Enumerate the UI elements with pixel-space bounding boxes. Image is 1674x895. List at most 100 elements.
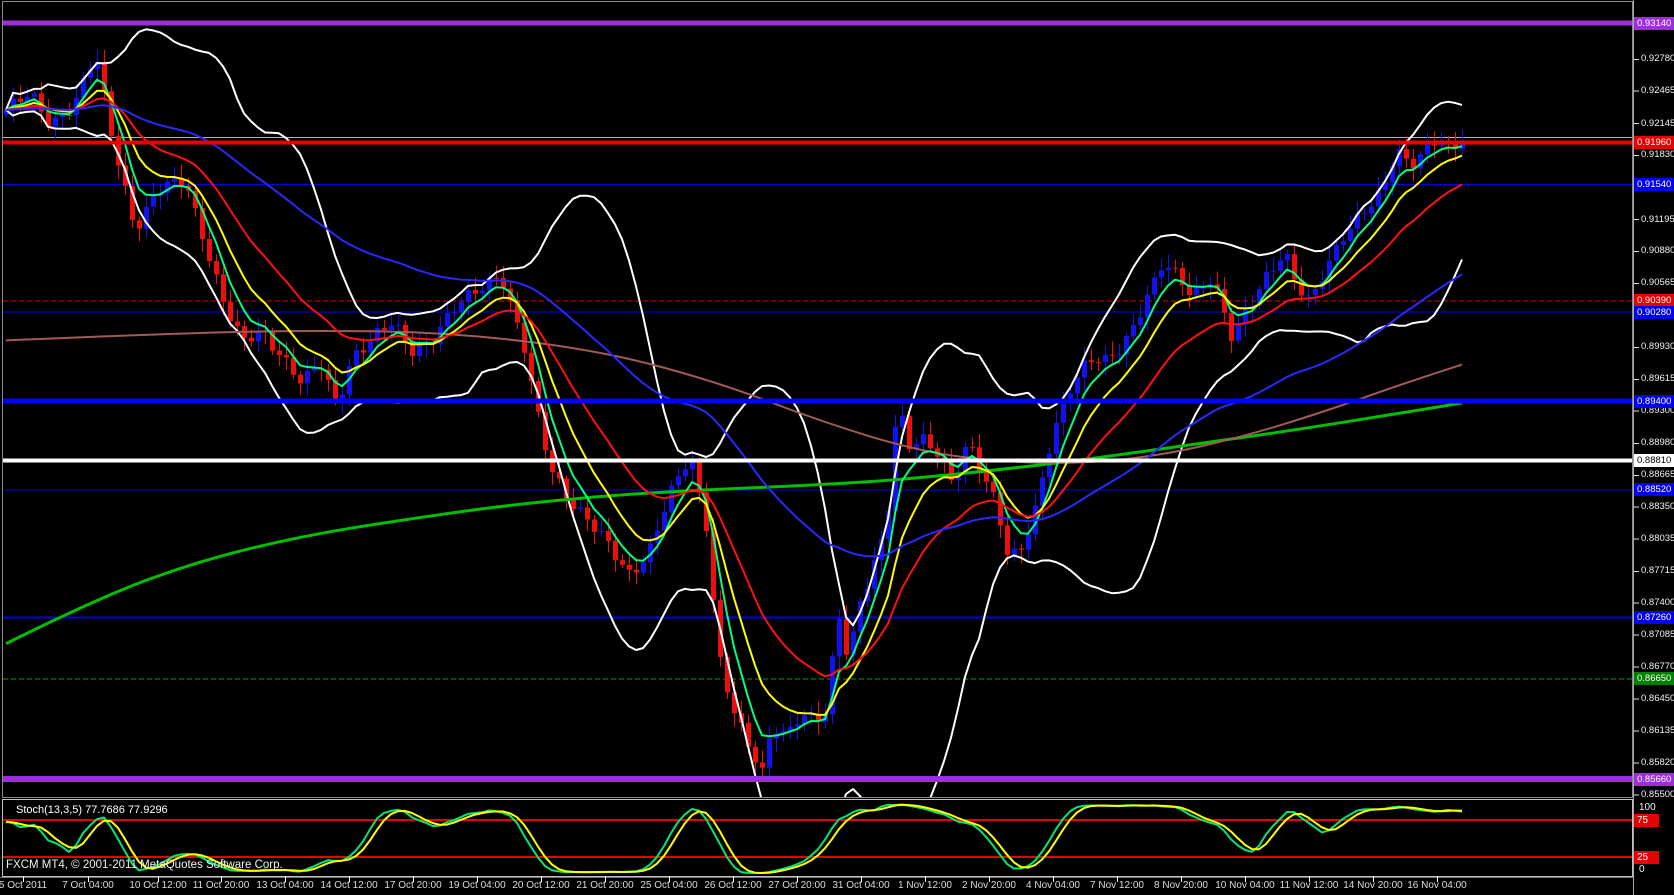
candle-body [1313,288,1318,296]
time-label: 2 Nov 20:00 [962,880,1016,891]
candle-body [627,564,632,570]
candle-body [1362,213,1367,215]
bollinger-upper-band[interactable] [5,28,1463,627]
time-label: 1 Nov 12:00 [898,880,952,891]
candle-body [1047,453,1052,478]
candle-body [284,355,289,358]
stoch-scale-75[interactable]: 75 [1634,814,1659,827]
price-tick-label: 0.87715 [1641,565,1674,576]
candle-body [228,301,233,322]
candle-body [305,370,310,384]
candle-body [354,350,359,366]
ma-slow-green-line[interactable] [5,401,1463,645]
candle-body [1194,287,1199,295]
price-tick-label: 0.88350 [1641,501,1674,512]
ema-fast-green-line[interactable] [5,78,1463,738]
price-badge-0.89400[interactable]: 0.89400 [1634,395,1674,408]
price-badge-0.85660[interactable]: 0.85660 [1634,773,1674,786]
candle-body [613,540,618,561]
time-label: 13 Oct 04:00 [256,880,314,891]
time-label: 17 Oct 20:00 [384,880,442,891]
price-badge-0.88520[interactable]: 0.88520 [1634,483,1674,496]
candle-body [984,471,989,482]
candle-body [606,531,611,541]
time-label: 11 Oct 20:00 [192,880,250,891]
candle-body [277,350,282,356]
candle-body [389,325,394,330]
candle-body [452,312,457,314]
candle-body [1173,267,1178,269]
indicator-label: Stoch(13,3,5) 77.7686 77.9296 [16,804,168,816]
time-label: 21 Oct 20:00 [576,880,634,891]
candle-body [837,618,842,657]
candle-body [585,507,590,520]
candle-body [368,341,373,353]
time-label: 5 Oct 2011 [0,880,48,891]
candle-body [795,724,800,727]
candle-body [361,350,366,353]
price-badge-0.86650[interactable]: 0.86650 [1634,672,1674,685]
price-tick-label: 0.85500 [1641,789,1674,800]
price-tick-label: 0.86770 [1641,661,1674,672]
candle-body [1341,241,1346,245]
candle-body [907,415,912,450]
candle-body [1229,312,1234,341]
time-label: 26 Oct 12:00 [704,880,762,891]
candle-body [445,313,450,327]
candle-body [641,562,646,573]
candle-body [1054,423,1059,454]
candle-body [1131,325,1136,336]
price-badge-0.88810[interactable]: 0.88810 [1634,454,1674,467]
candle-body [473,290,478,294]
candle-body [1110,354,1115,356]
candle-body [235,321,240,327]
price-tick-label: 0.87400 [1641,597,1674,608]
stoch-scale-0: 0 [1639,864,1645,875]
candle-body [221,274,226,302]
stoch-scale-25[interactable]: 25 [1634,851,1659,864]
time-label: 14 Nov 20:00 [1343,880,1403,891]
main-chart-area[interactable] [3,20,1632,872]
price-badge-0.91960[interactable]: 0.91960 [1634,136,1674,149]
chart-canvas[interactable] [0,0,1674,895]
price-tick-label: 0.92465 [1641,85,1674,96]
candle-body [620,560,625,565]
candle-body [417,344,422,357]
candle-body [1012,548,1017,555]
price-tick-label: 0.92780 [1641,53,1674,64]
candle-body [1264,271,1269,290]
candle-body [683,469,688,477]
candle-body [760,762,765,768]
time-label: 19 Oct 04:00 [448,880,506,891]
stoch-scale-100: 100 [1639,802,1656,813]
price-tick-label: 0.89930 [1641,341,1674,352]
candle-body [921,434,926,445]
price-badge-0.90280[interactable]: 0.90280 [1634,306,1674,319]
candle-body [249,337,254,342]
candle-body [466,290,471,303]
candle-body [1145,294,1150,318]
candle-body [214,260,219,275]
time-label: 14 Oct 12:00 [320,880,378,891]
candle-body [1432,144,1437,146]
candle-body [298,374,303,384]
price-badge-0.87260[interactable]: 0.87260 [1634,611,1674,624]
candle-body [1061,403,1066,423]
candle-body [1089,360,1094,363]
candle-body [1271,270,1276,272]
candle-body [207,239,212,261]
candle-body [1236,324,1241,341]
bollinger-lower-band[interactable] [5,109,1463,872]
time-label: 25 Oct 04:00 [640,880,698,891]
price-badge-0.93140[interactable]: 0.93140 [1634,17,1674,30]
price-badge-0.91540[interactable]: 0.91540 [1634,178,1674,191]
candle-body [844,618,849,655]
candle-body [767,738,772,768]
price-tick-label: 0.86450 [1641,693,1674,704]
candle-body [53,117,58,127]
candle-body [1334,244,1339,261]
candles[interactable] [4,49,1465,777]
price-tick-label: 0.90565 [1641,277,1674,288]
candle-body [1117,354,1122,356]
price-tick-label: 0.85820 [1641,757,1674,768]
